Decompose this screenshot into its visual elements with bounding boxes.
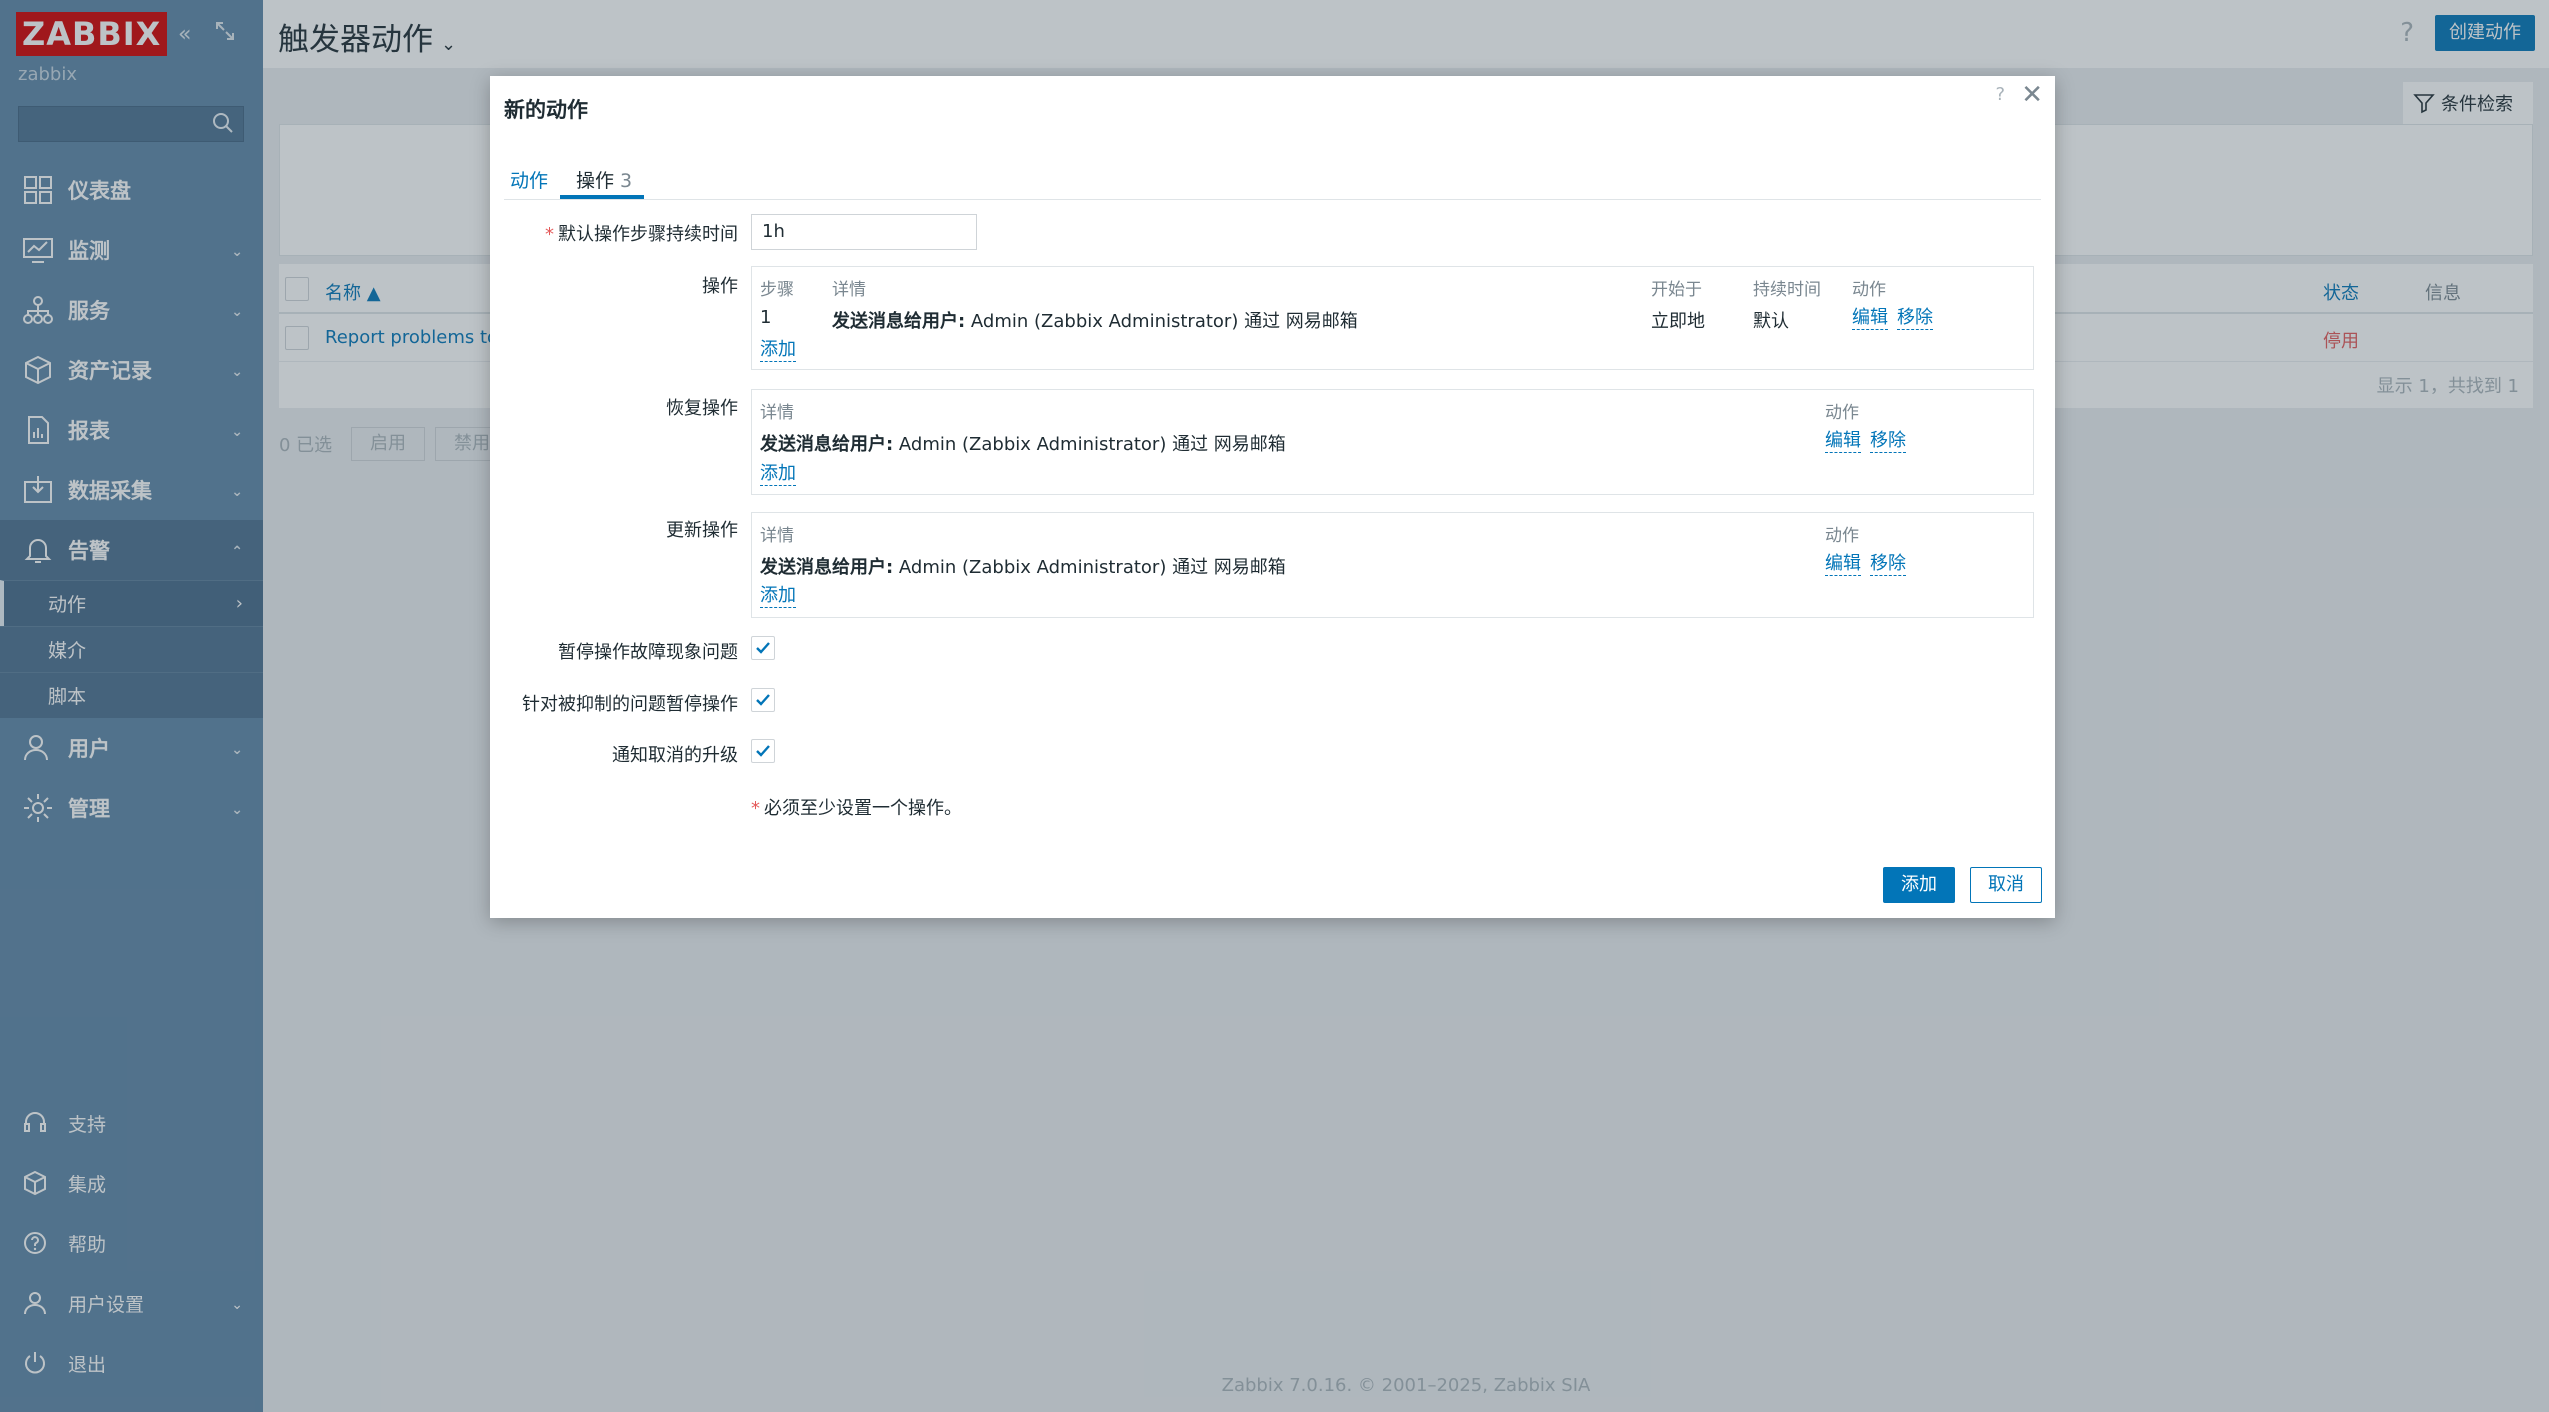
tab-action[interactable]: 动作	[510, 166, 548, 193]
required-marker: *	[751, 798, 760, 819]
pause-symptoms-checkbox[interactable]	[751, 636, 775, 660]
active-tab-indicator	[560, 195, 644, 199]
remove-recovery-operation-link[interactable]: 移除	[1870, 430, 1906, 453]
add-button[interactable]: 添加	[1883, 867, 1955, 903]
operation-details-type: 发送消息给用户:	[832, 311, 966, 332]
dialog-title: 新的动作	[504, 98, 588, 122]
update-details-text: Admin (Zabbix Administrator) 通过 网易邮箱	[893, 557, 1286, 578]
recovery-details-text: Admin (Zabbix Administrator) 通过 网易邮箱	[893, 434, 1286, 455]
operation-details: 发送消息给用户: Admin (Zabbix Administrator) 通过…	[832, 307, 1358, 333]
remove-update-operation-link[interactable]: 移除	[1870, 553, 1906, 576]
checkmark-icon	[756, 745, 770, 757]
operation-step: 1	[760, 307, 772, 328]
pause-suppressed-label: 针对被抑制的问题暂停操作	[522, 694, 738, 715]
tab-operations-count: 3	[620, 170, 633, 192]
add-operation-link[interactable]: 添加	[760, 339, 796, 362]
operation-details-text: Admin (Zabbix Administrator) 通过 网易邮箱	[965, 311, 1358, 332]
edit-update-operation-link[interactable]: 编辑	[1825, 553, 1861, 576]
update-operations-table: 详情 动作 发送消息给用户: Admin (Zabbix Administrat…	[751, 512, 2034, 618]
column-details: 详情	[760, 526, 794, 546]
new-action-dialog: 新的动作 ? ✕ 动作 操作 3 * 默认操作步骤持续时间 1h 操作 步骤 详情 …	[490, 76, 2055, 918]
add-recovery-operation-link[interactable]: 添加	[760, 463, 796, 486]
pause-symptoms-label: 暂停操作故障现象问题	[558, 642, 738, 663]
required-marker: *	[545, 224, 554, 245]
operation-start-in: 立即地	[1651, 311, 1705, 332]
recovery-operation-details: 发送消息给用户: Admin (Zabbix Administrator) 通过…	[760, 430, 1286, 456]
default-duration-input[interactable]: 1h	[751, 214, 977, 250]
recovery-operations-table: 详情 动作 发送消息给用户: Admin (Zabbix Administrat…	[751, 389, 2034, 495]
cancel-button[interactable]: 取消	[1970, 867, 2042, 903]
column-action: 动作	[1825, 526, 1859, 546]
edit-recovery-operation-link[interactable]: 编辑	[1825, 430, 1861, 453]
edit-operation-link[interactable]: 编辑	[1852, 307, 1888, 330]
column-action: 动作	[1852, 280, 1886, 300]
pause-suppressed-checkbox[interactable]	[751, 688, 775, 712]
required-note-text: 必须至少设置一个操作。	[764, 798, 962, 819]
tab-operations[interactable]: 操作 3	[576, 166, 632, 193]
recovery-details-type: 发送消息给用户:	[760, 434, 894, 455]
help-icon[interactable]: ?	[1995, 84, 2005, 105]
operation-duration: 默认	[1753, 311, 1789, 332]
dialog-tabs: 动作 操作 3	[504, 160, 2041, 200]
remove-operation-link[interactable]: 移除	[1897, 307, 1933, 330]
column-details: 详情	[760, 403, 794, 423]
column-duration: 持续时间	[1753, 280, 1821, 300]
required-note: * 必须至少设置一个操作。	[751, 794, 962, 820]
notify-cancelled-checkbox[interactable]	[751, 739, 775, 763]
column-start-in: 开始于	[1651, 280, 1702, 300]
tab-operations-label: 操作	[576, 170, 615, 192]
operations-table: 步骤 详情 开始于 持续时间 动作 1 发送消息给用户: Admin (Zabb…	[751, 266, 2034, 370]
add-update-operation-link[interactable]: 添加	[760, 585, 796, 608]
default-duration-label-text: 默认操作步骤持续时间	[558, 224, 738, 245]
default-duration-label: * 默认操作步骤持续时间	[490, 220, 738, 246]
column-step: 步骤	[760, 280, 794, 300]
column-action: 动作	[1825, 403, 1859, 423]
checkmark-icon	[756, 694, 770, 706]
recovery-operations-label: 恢复操作	[666, 398, 738, 419]
update-details-type: 发送消息给用户:	[760, 557, 894, 578]
update-operations-label: 更新操作	[666, 520, 738, 541]
operations-label: 操作	[702, 276, 738, 297]
close-icon[interactable]: ✕	[2021, 80, 2043, 110]
column-details: 详情	[832, 280, 866, 300]
checkmark-icon	[756, 642, 770, 654]
notify-cancelled-label: 通知取消的升级	[612, 745, 738, 766]
update-operation-details: 发送消息给用户: Admin (Zabbix Administrator) 通过…	[760, 553, 1286, 579]
